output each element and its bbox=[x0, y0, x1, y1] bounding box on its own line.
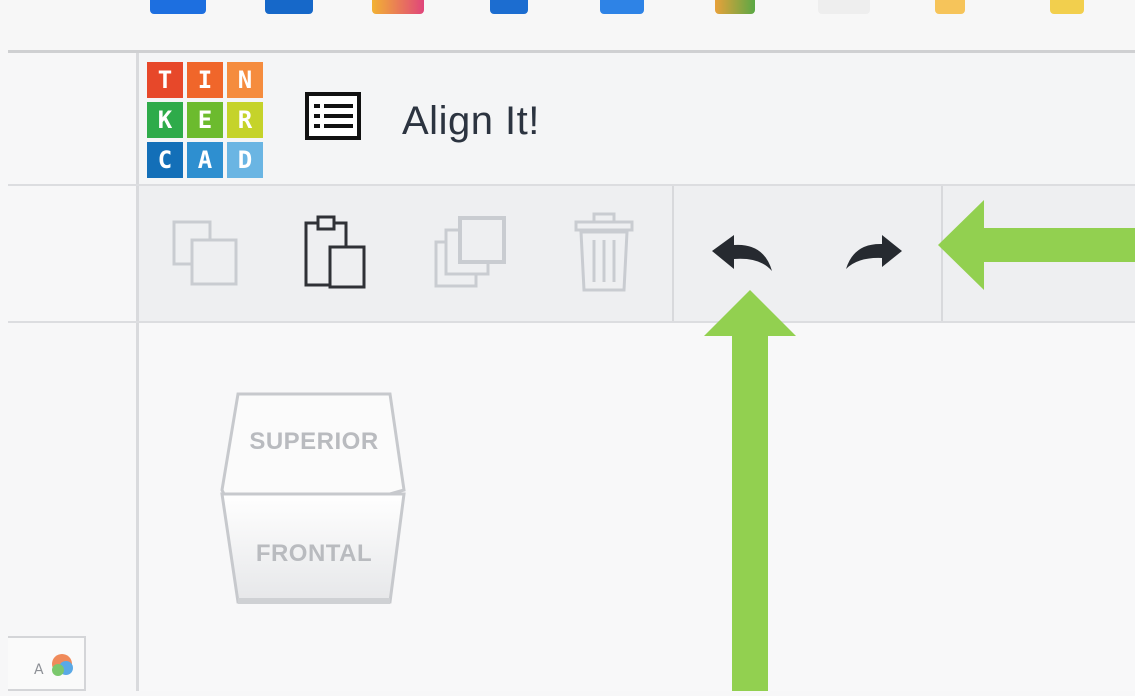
color-widget[interactable]: A bbox=[8, 636, 86, 691]
tinkercad-logo[interactable]: T I N K E R C A D bbox=[147, 62, 265, 178]
paste-icon bbox=[304, 215, 366, 289]
bookmark-icon[interactable] bbox=[265, 0, 313, 14]
undo-icon bbox=[712, 235, 772, 271]
duplicate-button[interactable] bbox=[430, 212, 510, 292]
trash-icon bbox=[574, 212, 634, 292]
redo-icon bbox=[846, 235, 902, 269]
duplicate-icon bbox=[434, 216, 506, 288]
bookmarks-bar bbox=[0, 0, 1135, 50]
logo-letter: C bbox=[147, 142, 183, 178]
logo-letter: N bbox=[227, 62, 263, 98]
redo-button[interactable] bbox=[838, 226, 908, 282]
bookmark-icon[interactable] bbox=[935, 0, 965, 14]
design-menu-icon[interactable] bbox=[305, 92, 361, 140]
copy-icon bbox=[172, 220, 238, 286]
undo-button[interactable] bbox=[706, 226, 780, 282]
divider bbox=[672, 186, 674, 322]
svg-text:A: A bbox=[34, 662, 44, 678]
annotation-arrow-up bbox=[704, 290, 796, 691]
bookmark-icon[interactable] bbox=[715, 0, 755, 14]
view-cube[interactable]: SUPERIOR FRONTAL bbox=[218, 390, 410, 610]
bookmark-icon[interactable] bbox=[818, 0, 870, 14]
logo-letter: R bbox=[227, 102, 263, 138]
left-panel bbox=[0, 53, 137, 691]
bookmark-icon[interactable] bbox=[1050, 0, 1084, 14]
view-cube-front-label[interactable]: FRONTAL bbox=[218, 540, 410, 568]
design-title[interactable]: Align It! bbox=[402, 97, 540, 145]
logo-letter: I bbox=[187, 62, 223, 98]
copy-button[interactable] bbox=[168, 214, 244, 290]
logo-letter: D bbox=[227, 142, 263, 178]
delete-button[interactable] bbox=[570, 210, 638, 294]
paste-button[interactable] bbox=[298, 212, 370, 292]
app-header bbox=[139, 53, 1135, 185]
annotation-arrow-left bbox=[938, 200, 1135, 290]
logo-letter: K bbox=[147, 102, 183, 138]
bookmark-icon[interactable] bbox=[490, 0, 528, 14]
logo-letter: A bbox=[187, 142, 223, 178]
bookmark-icon[interactable] bbox=[372, 0, 424, 14]
view-cube-top-label[interactable]: SUPERIOR bbox=[218, 428, 410, 456]
bookmark-icon[interactable] bbox=[600, 0, 644, 14]
bookmark-icon[interactable] bbox=[150, 0, 206, 14]
logo-letter: T bbox=[147, 62, 183, 98]
logo-letter: E bbox=[187, 102, 223, 138]
